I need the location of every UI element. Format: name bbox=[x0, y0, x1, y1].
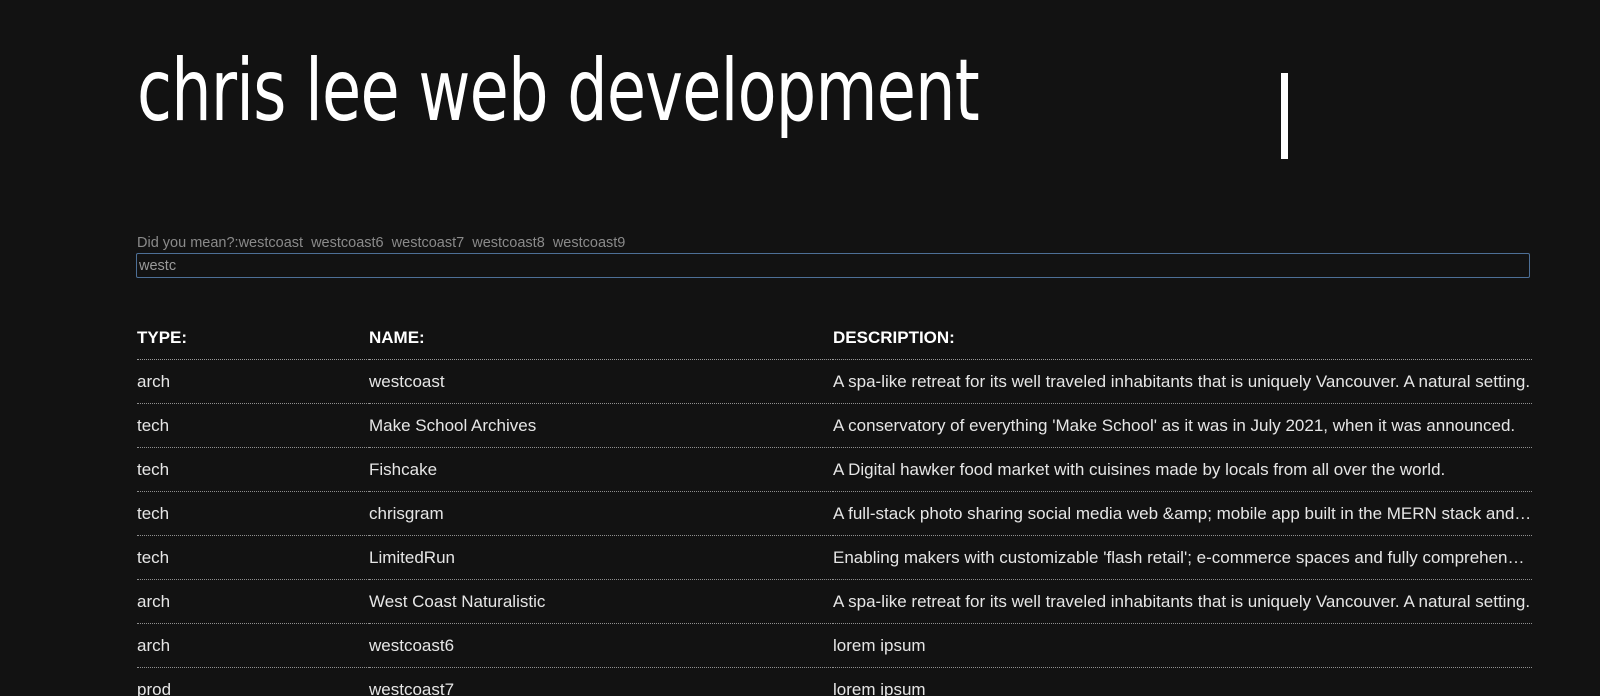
cell-name[interactable]: LimitedRun bbox=[369, 535, 833, 580]
cell-description: A full-stack photo sharing social media … bbox=[833, 491, 1532, 536]
cell-description: A spa-like retreat for its well traveled… bbox=[833, 359, 1532, 404]
cell-description: A spa-like retreat for its well traveled… bbox=[833, 579, 1532, 624]
typing-cursor bbox=[1280, 72, 1288, 159]
table-row[interactable]: prod westcoast7 lorem ipsum bbox=[137, 667, 1532, 696]
cell-description: lorem ipsum bbox=[833, 667, 1532, 696]
page-title-container: chris lee web development bbox=[137, 48, 1288, 159]
cell-type: tech bbox=[137, 447, 369, 492]
table-header-row: TYPE: NAME: DESCRIPTION: bbox=[137, 316, 1532, 360]
cell-description: Enabling makers with customizable 'flash… bbox=[833, 535, 1532, 580]
table-row[interactable]: tech Fishcake A Digital hawker food mark… bbox=[137, 447, 1532, 492]
projects-table: TYPE: NAME: DESCRIPTION: arch westcoast … bbox=[137, 316, 1532, 696]
cell-description: lorem ipsum bbox=[833, 623, 1532, 668]
column-header-description: DESCRIPTION: bbox=[833, 316, 1532, 360]
table-row[interactable]: tech LimitedRun Enabling makers with cus… bbox=[137, 535, 1532, 580]
search-input[interactable] bbox=[136, 253, 1530, 278]
suggestion-link[interactable]: westcoast7 bbox=[392, 235, 465, 251]
table-row[interactable]: arch West Coast Naturalistic A spa-like … bbox=[137, 579, 1532, 624]
suggestion-link[interactable]: westcoast bbox=[239, 235, 303, 251]
did-you-mean-suggestions: Did you mean?:westcoast westcoast6 westc… bbox=[137, 235, 629, 251]
cell-description: A conservatory of everything 'Make Schoo… bbox=[833, 403, 1532, 448]
cell-name[interactable]: West Coast Naturalistic bbox=[369, 579, 833, 624]
suggestion-link[interactable]: westcoast9 bbox=[553, 235, 626, 251]
page-title: chris lee web development bbox=[137, 41, 980, 141]
cell-type: tech bbox=[137, 491, 369, 536]
column-header-name: NAME: bbox=[369, 316, 833, 360]
cell-name[interactable]: chrisgram bbox=[369, 491, 833, 536]
table-row[interactable]: arch westcoast A spa-like retreat for it… bbox=[137, 359, 1532, 404]
cell-type: tech bbox=[137, 535, 369, 580]
cell-name[interactable]: westcoast6 bbox=[369, 623, 833, 668]
cell-type: arch bbox=[137, 359, 369, 404]
cell-type: arch bbox=[137, 579, 369, 624]
table-row[interactable]: tech chrisgram A full-stack photo sharin… bbox=[137, 491, 1532, 536]
cell-name[interactable]: Fishcake bbox=[369, 447, 833, 492]
suggestion-link[interactable]: westcoast6 bbox=[311, 235, 384, 251]
page: chris lee web development Did you mean?:… bbox=[0, 0, 1600, 696]
cell-type: prod bbox=[137, 667, 369, 696]
cell-name[interactable]: Make School Archives bbox=[369, 403, 833, 448]
table-row[interactable]: arch westcoast6 lorem ipsum bbox=[137, 623, 1532, 668]
table-row[interactable]: tech Make School Archives A conservatory… bbox=[137, 403, 1532, 448]
cell-name[interactable]: westcoast7 bbox=[369, 667, 833, 696]
suggest-prefix: Did you mean?: bbox=[137, 235, 239, 251]
cell-name[interactable]: westcoast bbox=[369, 359, 833, 404]
cell-type: tech bbox=[137, 403, 369, 448]
column-header-type: TYPE: bbox=[137, 316, 369, 360]
cell-type: arch bbox=[137, 623, 369, 668]
cell-description: A Digital hawker food market with cuisin… bbox=[833, 447, 1532, 492]
suggestion-link[interactable]: westcoast8 bbox=[472, 235, 545, 251]
